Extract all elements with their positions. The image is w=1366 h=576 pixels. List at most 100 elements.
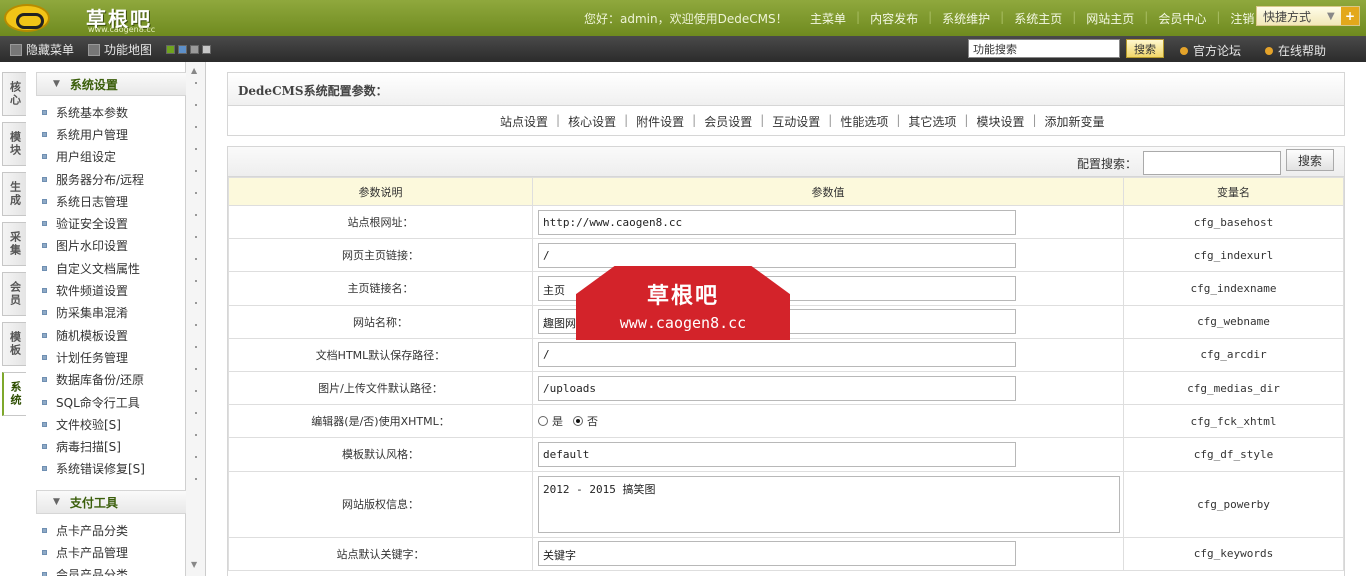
param-desc: 编辑器(是/否)使用XHTML： bbox=[228, 404, 533, 439]
config-tab[interactable]: 模块设置 bbox=[968, 113, 1032, 130]
param-radio-group: 是否 bbox=[538, 413, 1123, 429]
vtab-system[interactable]: 系统 bbox=[2, 372, 26, 416]
bullet-icon bbox=[42, 198, 47, 204]
sidebar-item[interactable]: 随机模板设置 bbox=[42, 324, 145, 346]
top-menu-member[interactable]: 会员中心 bbox=[1158, 10, 1206, 27]
config-table-panel: 配置搜索： 搜索 参数说明 参数值 变量名 站点根网址： http://www.c… bbox=[227, 146, 1345, 576]
config-search-input[interactable] bbox=[1143, 151, 1281, 175]
config-tab[interactable]: 性能选项 bbox=[832, 113, 896, 130]
function-search-input[interactable] bbox=[968, 39, 1120, 58]
param-var-name: cfg_arcdir bbox=[1123, 337, 1344, 372]
param-value-input[interactable]: / bbox=[538, 342, 1016, 368]
sidebar-item[interactable]: 用户组设定 bbox=[42, 146, 145, 168]
function-search-button[interactable]: 搜索 bbox=[1126, 39, 1164, 58]
sidebar-item[interactable]: 系统日志管理 bbox=[42, 190, 145, 212]
vtab-member[interactable]: 会员 bbox=[2, 272, 26, 316]
vtab-module[interactable]: 模块 bbox=[2, 122, 26, 166]
sidebar: ▼ 系统设置 系统基本参数 系统用户管理 用户组设定 服务器分布/远程 系统日志管理 验证… bbox=[26, 62, 202, 576]
param-value-input[interactable]: / bbox=[538, 242, 1016, 268]
sidebar-item[interactable]: 防采集串混淆 bbox=[42, 302, 145, 324]
sidebar-item[interactable]: 点卡产品管理 bbox=[42, 541, 128, 563]
config-tab[interactable]: 附件设置 bbox=[628, 113, 692, 130]
sidebar-group-system-settings[interactable]: ▼ 系统设置 bbox=[36, 72, 202, 96]
sidebar-item[interactable]: 系统用户管理 bbox=[42, 123, 145, 145]
online-help-link[interactable]: 在线帮助 bbox=[1265, 42, 1326, 59]
top-menu-maintain[interactable]: 系统维护 bbox=[942, 10, 990, 27]
sidebar-scrollbar[interactable]: ▲ ▼ bbox=[186, 62, 206, 576]
param-value-textarea[interactable]: 2012 - 2015 搞笑图 bbox=[538, 475, 1120, 533]
radio-button[interactable] bbox=[573, 416, 583, 427]
sidebar-item[interactable]: 系统基本参数 bbox=[42, 101, 145, 123]
vtab-core[interactable]: 核心 bbox=[2, 72, 26, 116]
bullet-icon bbox=[42, 109, 47, 115]
skin-light-swatch[interactable] bbox=[202, 45, 212, 54]
top-menu-sys-home[interactable]: 系统主页 bbox=[1014, 10, 1062, 27]
param-value-cell: 关键字 bbox=[532, 536, 1124, 571]
skin-green-swatch[interactable] bbox=[166, 45, 176, 54]
radio-label[interactable]: 否 bbox=[587, 413, 598, 429]
plus-icon[interactable]: + bbox=[1341, 7, 1359, 25]
sidebar-item[interactable]: 文件校验[S] bbox=[42, 413, 145, 435]
top-menu-main[interactable]: 主菜单 bbox=[810, 10, 846, 27]
vtab-generate[interactable]: 生成 bbox=[2, 172, 26, 216]
quick-access-dropdown[interactable]: 快捷方式 ▼ + bbox=[1256, 6, 1360, 26]
sidebar-item[interactable]: 服务器分布/远程 bbox=[42, 168, 145, 190]
param-desc: 站点根网址： bbox=[228, 204, 533, 240]
sidebar-item[interactable]: 点卡产品分类 bbox=[42, 519, 128, 541]
collapse-triangle-icon: ▼ bbox=[53, 497, 60, 507]
scroll-down-icon[interactable]: ▼ bbox=[191, 560, 197, 569]
skin-blue-swatch[interactable] bbox=[178, 45, 188, 54]
top-menu-publish[interactable]: 内容发布 bbox=[870, 10, 918, 27]
radio-label[interactable]: 是 bbox=[552, 413, 563, 429]
sidebar-item[interactable]: SQL命令行工具 bbox=[42, 391, 145, 413]
config-search-button[interactable]: 搜索 bbox=[1286, 149, 1334, 171]
sidebar-menu-payment: 点卡产品分类 点卡产品管理 会员产品分类 bbox=[42, 519, 128, 576]
bullet-icon bbox=[42, 377, 47, 383]
vtab-template[interactable]: 模板 bbox=[2, 322, 26, 366]
skin-gray-swatch[interactable] bbox=[190, 45, 200, 54]
sidebar-item-label: 随机模板设置 bbox=[56, 328, 129, 343]
sidebar-group-title: 系统设置 bbox=[69, 77, 118, 92]
param-value-input[interactable]: /uploads bbox=[538, 375, 1016, 401]
sidebar-item[interactable]: 计划任务管理 bbox=[42, 346, 145, 368]
sidebar-item[interactable]: 验证安全设置 bbox=[42, 212, 145, 234]
splitter-handle[interactable] bbox=[195, 82, 197, 482]
sidebar-item[interactable]: 系统错误修复[S] bbox=[42, 458, 145, 480]
config-tab[interactable]: 核心设置 bbox=[560, 113, 624, 130]
top-menu-logout[interactable]: 注销 bbox=[1230, 10, 1254, 27]
column-header-desc: 参数说明 bbox=[228, 177, 533, 206]
config-tab[interactable]: 其它选项 bbox=[900, 113, 964, 130]
sidebar-item-label: 自定义文档属性 bbox=[56, 261, 141, 276]
config-tab[interactable]: 互动设置 bbox=[764, 113, 828, 130]
config-tab[interactable]: 添加新变量 bbox=[1037, 113, 1113, 130]
official-forum-link[interactable]: 官方论坛 bbox=[1180, 42, 1241, 59]
sidebar-item[interactable]: 数据库备份/还原 bbox=[42, 369, 145, 391]
vtab-collect[interactable]: 采集 bbox=[2, 222, 26, 266]
table-row: 站点根网址： http://www.caogen8.cc cfg_basehost bbox=[228, 204, 1344, 240]
config-tabs: 站点设置 | 核心设置 | 附件设置 | 会员设置 | 互动设置 | 性能选项 | 其它选项 | 模块设置 |… bbox=[492, 113, 1113, 130]
sidebar-item[interactable]: 会员产品分类 bbox=[42, 564, 128, 576]
forum-icon bbox=[1180, 46, 1188, 55]
param-value-input[interactable]: 关键字 bbox=[538, 541, 1016, 567]
top-menu-site-home[interactable]: 网站主页 bbox=[1086, 10, 1134, 27]
logo[interactable]: 草根吧 www.caogen8.cc bbox=[4, 2, 184, 34]
sidebar-item-label: SQL命令行工具 bbox=[56, 395, 140, 410]
sidebar-item[interactable]: 软件频道设置 bbox=[42, 279, 145, 301]
sidebar-item[interactable]: 病毒扫描[S] bbox=[42, 435, 145, 457]
function-map-button[interactable]: 功能地图 bbox=[88, 41, 152, 58]
sidebar-item[interactable]: 自定义文档属性 bbox=[42, 257, 145, 279]
stamp-title: 草根吧 bbox=[646, 284, 719, 309]
logo-domain: www.caogen8.cc bbox=[88, 25, 156, 34]
radio-button[interactable] bbox=[538, 416, 548, 427]
param-value-input[interactable]: default bbox=[538, 441, 1016, 467]
sidebar-group-payment-tools[interactable]: ▼ 支付工具 bbox=[36, 490, 202, 514]
param-value-input[interactable]: http://www.caogen8.cc bbox=[538, 209, 1016, 235]
bullet-icon bbox=[42, 527, 47, 533]
sidebar-item-label: 系统错误修复[S] bbox=[56, 462, 145, 477]
scroll-up-icon[interactable]: ▲ bbox=[191, 66, 197, 75]
hide-menu-button[interactable]: 隐藏菜单 bbox=[10, 41, 74, 58]
config-tab[interactable]: 站点设置 bbox=[492, 113, 556, 130]
sidebar-item[interactable]: 图片水印设置 bbox=[42, 235, 145, 257]
config-tab[interactable]: 会员设置 bbox=[696, 113, 760, 130]
bullet-icon bbox=[42, 131, 47, 137]
